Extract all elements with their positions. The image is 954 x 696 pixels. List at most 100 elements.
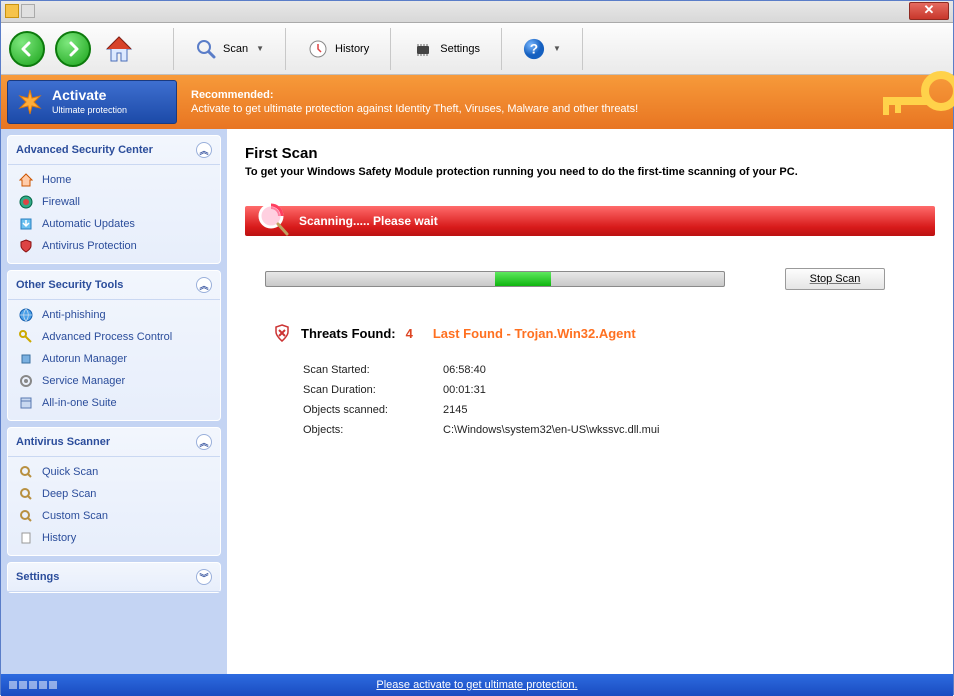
- panel-settings: Settings ︾: [7, 562, 221, 593]
- activate-button[interactable]: Activate Ultimate protection: [7, 80, 177, 124]
- scan-label: Scan: [223, 43, 248, 55]
- home-icon: [18, 172, 34, 188]
- titlebar-icons: [5, 4, 35, 18]
- objects-scanned-label: Objects scanned:: [303, 404, 443, 416]
- page-title: First Scan: [245, 145, 935, 162]
- scanning-label: Scanning..... Please wait: [299, 214, 438, 228]
- sidebar-item-antivirus[interactable]: Antivirus Protection: [10, 235, 218, 257]
- sidebar-item-label: Service Manager: [42, 375, 125, 387]
- sidebar-item-label: Antivirus Protection: [42, 240, 137, 252]
- promo-line: Activate to get ultimate protection agai…: [191, 103, 638, 115]
- collapse-icon: ︽: [196, 142, 212, 158]
- magnifier-icon: [18, 486, 34, 502]
- sidebar-item-label: All-in-one Suite: [42, 397, 117, 409]
- scan-duration-value: 00:01:31: [443, 384, 486, 396]
- titlebar: ✕: [1, 1, 953, 23]
- scanning-bar: Scanning..... Please wait: [245, 206, 935, 236]
- key-icon: [18, 329, 34, 345]
- scan-button[interactable]: Scan ▼: [180, 28, 279, 70]
- sidebar-item-process[interactable]: Advanced Process Control: [10, 326, 218, 348]
- activate-title: Activate: [52, 88, 127, 103]
- magnifier-icon: [18, 464, 34, 480]
- home-button[interactable]: [101, 31, 137, 67]
- objects-value: C:\Windows\system32\en-US\wkssvc.dll.mui: [443, 424, 659, 436]
- help-icon: ?: [523, 38, 545, 60]
- star-icon: [16, 88, 44, 116]
- sidebar-item-updates[interactable]: Automatic Updates: [10, 213, 218, 235]
- panel-head-scanner[interactable]: Antivirus Scanner ︽: [8, 428, 220, 457]
- sidebar-item-home[interactable]: Home: [10, 169, 218, 191]
- panel-title: Antivirus Scanner: [16, 436, 110, 448]
- panel-head-settings[interactable]: Settings ︾: [8, 563, 220, 592]
- doc-icon: [18, 530, 34, 546]
- suite-icon: [18, 395, 34, 411]
- threats-row: Threats Found: 4 Last Found - Trojan.Win…: [245, 324, 935, 342]
- objects-label: Objects:: [303, 424, 443, 436]
- sidebar-item-firewall[interactable]: Firewall: [10, 191, 218, 213]
- magnifier-icon: [195, 38, 217, 60]
- forward-button[interactable]: [55, 31, 91, 67]
- help-button[interactable]: ? ▼: [508, 28, 576, 70]
- shield-icon: [18, 238, 34, 254]
- sidebar-item-service[interactable]: Service Manager: [10, 370, 218, 392]
- sidebar-item-label: Firewall: [42, 196, 80, 208]
- arrow-right-icon: [65, 41, 81, 57]
- sidebar-item-label: History: [42, 532, 76, 544]
- sidebar-item-antiphishing[interactable]: Anti-phishing: [10, 304, 218, 326]
- updates-icon: [18, 216, 34, 232]
- sidebar-item-autorun[interactable]: Autorun Manager: [10, 348, 218, 370]
- threats-count: 4: [406, 326, 413, 341]
- sidebar-item-label: Quick Scan: [42, 466, 98, 478]
- main-content: First Scan To get your Windows Safety Mo…: [227, 129, 953, 674]
- history-label: History: [335, 43, 369, 55]
- footer-link[interactable]: Please activate to get ultimate protecti…: [376, 679, 577, 691]
- firewall-icon: [18, 194, 34, 210]
- settings-button[interactable]: Settings: [397, 28, 495, 70]
- svg-text:?: ?: [530, 41, 538, 56]
- panel-title: Settings: [16, 571, 59, 583]
- footer-dots: [9, 681, 57, 689]
- history-button[interactable]: History: [292, 28, 384, 70]
- footer: Please activate to get ultimate protecti…: [1, 674, 953, 696]
- body: Advanced Security Center ︽ Home Firewall…: [1, 129, 953, 674]
- sidebar-item-label: Advanced Process Control: [42, 331, 172, 343]
- activate-subtitle: Ultimate protection: [52, 105, 127, 115]
- chevron-down-icon: ▼: [553, 44, 561, 53]
- sidebar-item-quickscan[interactable]: Quick Scan: [10, 461, 218, 483]
- clock-icon: [307, 38, 329, 60]
- app-window: ✕ Scan ▼ History: [0, 0, 954, 695]
- panel-title: Other Security Tools: [16, 279, 123, 291]
- panel-advanced-security: Advanced Security Center ︽ Home Firewall…: [7, 135, 221, 264]
- promo-text: Recommended: Activate to get ultimate pr…: [183, 84, 953, 121]
- sidebar-item-label: Anti-phishing: [42, 309, 106, 321]
- collapse-icon: ︽: [196, 277, 212, 293]
- promo-recommended: Recommended:: [191, 88, 945, 102]
- chip-icon: [412, 38, 434, 60]
- sidebar-item-customscan[interactable]: Custom Scan: [10, 505, 218, 527]
- chevron-down-icon: ▼: [256, 44, 264, 53]
- scan-started-value: 06:58:40: [443, 364, 486, 376]
- sidebar-item-label: Autorun Manager: [42, 353, 127, 365]
- shield-icon: [273, 324, 291, 342]
- panel-head-other-tools[interactable]: Other Security Tools ︽: [8, 271, 220, 300]
- magnifier-icon: [18, 508, 34, 524]
- service-icon: [18, 373, 34, 389]
- arrow-left-icon: [19, 41, 35, 57]
- close-button[interactable]: ✕: [909, 2, 949, 20]
- sidebar-item-suite[interactable]: All-in-one Suite: [10, 392, 218, 414]
- objects-scanned-value: 2145: [443, 404, 467, 416]
- page-subtitle: To get your Windows Safety Module protec…: [245, 166, 935, 178]
- panel-head-advanced-security[interactable]: Advanced Security Center ︽: [8, 136, 220, 165]
- collapse-icon: ︽: [196, 434, 212, 450]
- sidebar-item-label: Deep Scan: [42, 488, 96, 500]
- back-button[interactable]: [9, 31, 45, 67]
- progress-indicator: [495, 272, 551, 286]
- sidebar-item-history[interactable]: History: [10, 527, 218, 549]
- lollipop-icon: [257, 202, 293, 238]
- sidebar-item-label: Home: [42, 174, 71, 186]
- panel-title: Advanced Security Center: [16, 144, 153, 156]
- expand-icon: ︾: [196, 569, 212, 585]
- stop-scan-button[interactable]: Stop Scan: [785, 268, 885, 290]
- sidebar-item-deepscan[interactable]: Deep Scan: [10, 483, 218, 505]
- gear-icon: [18, 351, 34, 367]
